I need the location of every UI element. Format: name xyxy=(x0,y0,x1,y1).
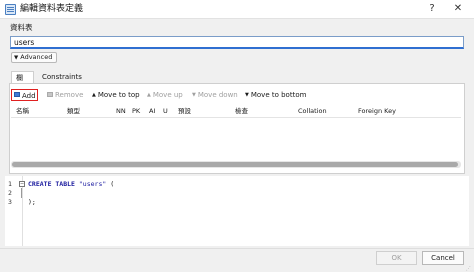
sql-line-1: CREATE TABLE "users" ( xyxy=(28,180,114,189)
line-number: 3 xyxy=(8,198,12,206)
resize-grip-icon[interactable]: ⋰ xyxy=(466,266,472,272)
move-up-label: Move up xyxy=(152,91,183,99)
help-button[interactable]: ? xyxy=(425,2,439,16)
close-button[interactable]: ✕ xyxy=(451,2,465,16)
arrow-down-icon: ▼ xyxy=(245,92,249,98)
move-to-top-button[interactable]: ▲ Move to top xyxy=(92,89,140,101)
arrow-up-icon: ▲ xyxy=(147,92,151,98)
remove-field-icon xyxy=(47,92,53,97)
sql-editor[interactable]: 1 2 3 − CREATE TABLE "users" ( ); xyxy=(5,176,469,246)
column-header-pk[interactable]: PK xyxy=(132,107,140,116)
sql-keyword: CREATE TABLE xyxy=(28,180,75,188)
move-to-top-label: Move to top xyxy=(97,91,140,99)
add-label: Add xyxy=(22,92,36,100)
column-header-foreign-key[interactable]: Foreign Key xyxy=(358,107,396,116)
sql-open-paren: ( xyxy=(106,180,115,188)
move-to-bottom-label: Move to bottom xyxy=(250,91,307,99)
horizontal-scrollbar[interactable] xyxy=(11,161,461,168)
column-header-default[interactable]: 預設 xyxy=(178,107,191,116)
remove-field-button[interactable]: Remove xyxy=(47,89,83,101)
line-number: 2 xyxy=(8,189,12,197)
title-bar: 編輯資料表定義 ? ✕ xyxy=(0,0,474,19)
column-header-u[interactable]: U xyxy=(163,107,168,116)
scrollbar-thumb[interactable] xyxy=(12,162,458,167)
advanced-toggle-button[interactable]: ▼ Advanced xyxy=(11,52,57,63)
column-header-nn[interactable]: NN xyxy=(116,107,126,116)
arrow-up-icon: ▲ xyxy=(92,92,96,98)
add-field-icon xyxy=(14,92,20,97)
columns-grid[interactable] xyxy=(11,117,461,160)
remove-label: Remove xyxy=(55,91,84,99)
sql-line-3: ); xyxy=(28,198,36,206)
footer-divider xyxy=(0,248,474,249)
move-down-button[interactable]: ▼ Move down xyxy=(192,89,238,101)
fold-guide xyxy=(21,188,22,198)
column-header-type[interactable]: 類型 xyxy=(67,107,80,116)
triangle-down-icon: ▼ xyxy=(14,55,19,61)
line-number: 1 xyxy=(8,180,12,188)
sql-table-name: "users" xyxy=(78,180,107,188)
table-name-label: 資料表 xyxy=(10,23,33,32)
move-down-label: Move down xyxy=(197,91,238,99)
tab-constraints[interactable]: Constraints xyxy=(38,71,82,83)
table-icon xyxy=(5,4,16,15)
move-up-button[interactable]: ▲ Move up xyxy=(147,89,183,101)
tab-columns[interactable]: 欄位 xyxy=(11,71,34,94)
window-title: 編輯資料表定義 xyxy=(20,4,84,14)
column-header-name[interactable]: 名稱 xyxy=(16,107,29,116)
column-header-ai[interactable]: AI xyxy=(149,107,155,116)
column-header-check[interactable]: 檢查 xyxy=(235,107,248,116)
column-header-collation[interactable]: Collation xyxy=(298,107,327,116)
ok-button[interactable]: OK xyxy=(376,251,417,265)
advanced-label: Advanced xyxy=(20,53,53,61)
arrow-down-icon: ▼ xyxy=(192,92,196,98)
table-name-input[interactable] xyxy=(10,36,464,49)
fold-toggle-icon[interactable]: − xyxy=(19,181,25,187)
move-to-bottom-button[interactable]: ▼ Move to bottom xyxy=(245,89,306,101)
cancel-button[interactable]: Cancel xyxy=(422,251,464,265)
add-field-button[interactable]: Add xyxy=(11,89,38,101)
